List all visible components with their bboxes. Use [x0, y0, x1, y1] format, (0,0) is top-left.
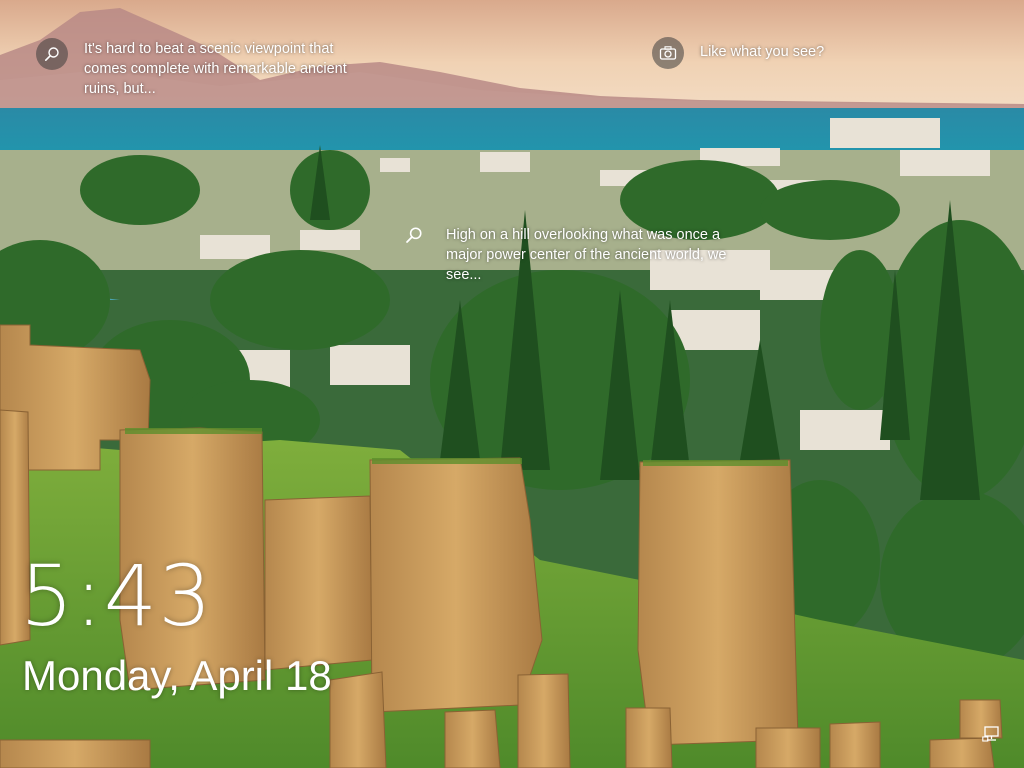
- search-icon[interactable]: [36, 38, 68, 70]
- like-what-you-see-text[interactable]: Like what you see?: [700, 42, 824, 62]
- search-icon[interactable]: [400, 221, 428, 249]
- spotlight-hotspot-text[interactable]: It's hard to beat a scenic viewpoint tha…: [84, 39, 366, 99]
- lock-screen-date: Monday, April 18: [22, 652, 332, 699]
- spotlight-hotspot-text[interactable]: High on a hill overlooking what was once…: [446, 225, 730, 285]
- spotlight-hotspot-middle[interactable]: High on a hill overlooking what was once…: [400, 221, 730, 285]
- lock-screen[interactable]: It's hard to beat a scenic viewpoint tha…: [0, 0, 1024, 768]
- network-icon[interactable]: [982, 726, 1002, 742]
- camera-icon[interactable]: [652, 37, 684, 69]
- lock-screen-time: 5:43: [20, 547, 213, 645]
- like-what-you-see-prompt[interactable]: Like what you see?: [652, 37, 824, 69]
- spotlight-hotspot-top[interactable]: It's hard to beat a scenic viewpoint tha…: [36, 38, 366, 99]
